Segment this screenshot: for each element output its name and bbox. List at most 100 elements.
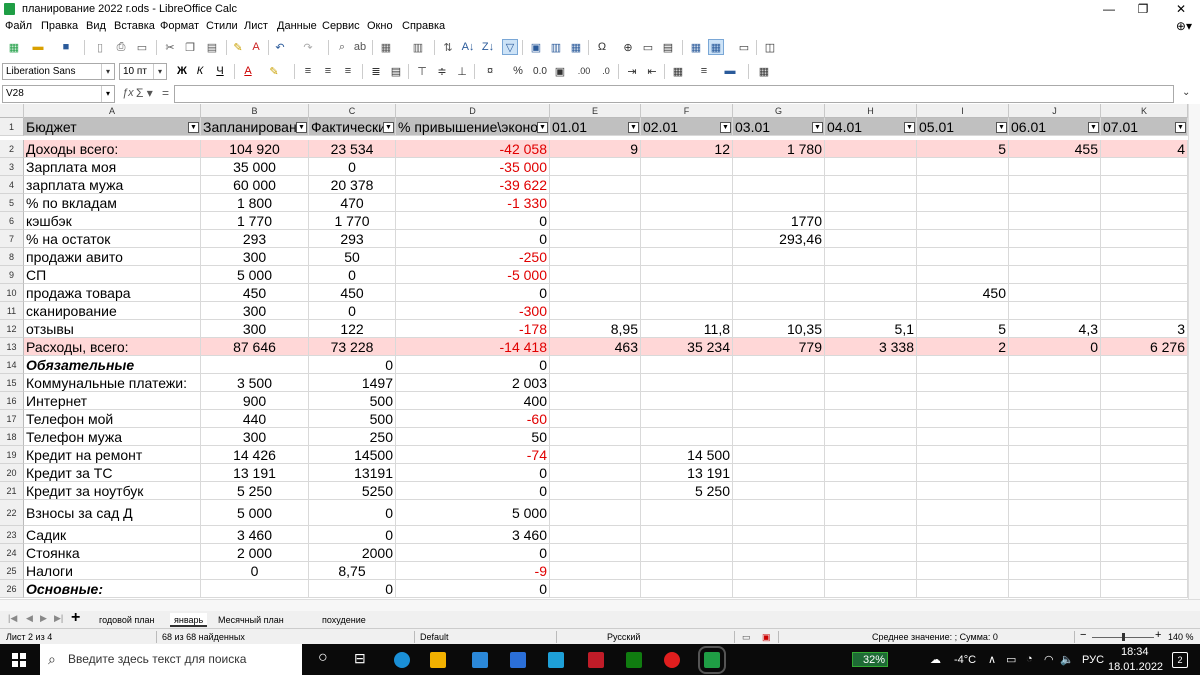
cell-k13[interactable]: 6 276 (1101, 338, 1188, 356)
print-icon[interactable]: ⎙ (113, 39, 129, 55)
cut-icon[interactable]: ✂ (162, 39, 178, 55)
cell-f21[interactable]: 5 250 (641, 482, 733, 500)
show-hidden-icons-icon[interactable]: ∧ (988, 653, 996, 666)
cell-a20[interactable]: Кредит за ТС (24, 464, 201, 482)
cell-k8[interactable] (1101, 248, 1188, 266)
app-l-icon[interactable] (548, 652, 564, 668)
cell-c9[interactable]: 0 (309, 266, 396, 284)
cell-d1[interactable]: % привышение\эконо (396, 118, 550, 136)
cell-e10[interactable] (550, 284, 641, 302)
cell-h16[interactable] (825, 392, 917, 410)
row-header[interactable]: 5 (0, 194, 24, 212)
row-header[interactable]: 9 (0, 266, 24, 284)
cell-f25[interactable] (641, 562, 733, 580)
cell-c2[interactable]: 23 534 (309, 140, 396, 158)
cell-f7[interactable] (641, 230, 733, 248)
cell-j21[interactable] (1009, 482, 1101, 500)
cell-k22[interactable] (1101, 500, 1188, 526)
cell-h21[interactable] (825, 482, 917, 500)
formula-icon[interactable]: = (162, 86, 169, 100)
cell-f24[interactable] (641, 544, 733, 562)
row-header[interactable]: 3 (0, 158, 24, 176)
filter-dropdown-icon[interactable]: ▼ (188, 122, 199, 133)
cell-h8[interactable] (825, 248, 917, 266)
cell-f9[interactable] (641, 266, 733, 284)
document-modified-icon[interactable]: ▣ (762, 632, 771, 643)
select-all-corner[interactable] (0, 104, 24, 118)
cell-g6[interactable]: 1770 (733, 212, 825, 230)
sum-icon[interactable]: Σ ▾ (136, 86, 153, 100)
cell-b19[interactable]: 14 426 (201, 446, 309, 464)
cell-b18[interactable]: 300 (201, 428, 309, 446)
cell-h22[interactable] (825, 500, 917, 526)
cell-b23[interactable]: 3 460 (201, 526, 309, 544)
column-header-a[interactable]: A (24, 104, 201, 118)
menu-format[interactable]: Формат (160, 20, 199, 32)
cell-g25[interactable] (733, 562, 825, 580)
selection-summary[interactable]: Среднее значение: ; Сумма: 0 (872, 632, 998, 642)
task-view-icon[interactable]: ⊟ (354, 650, 366, 667)
cell-d15[interactable]: 2 003 (396, 374, 550, 392)
cell-j23[interactable] (1009, 526, 1101, 544)
cell-a10[interactable]: продажа товара (24, 284, 201, 302)
row-header[interactable]: 15 (0, 374, 24, 392)
cell-a8[interactable]: продажи авито (24, 248, 201, 266)
cell-f6[interactable] (641, 212, 733, 230)
cell-b15[interactable]: 3 500 (201, 374, 309, 392)
cell-a14[interactable]: Обязательные (24, 356, 201, 374)
cell-a11[interactable]: сканирование (24, 302, 201, 320)
close-button[interactable]: ✕ (1164, 0, 1198, 18)
cell-e9[interactable] (550, 266, 641, 284)
cell-k11[interactable] (1101, 302, 1188, 320)
row-header[interactable]: 20 (0, 464, 24, 482)
cell-g22[interactable] (733, 500, 825, 526)
mail-icon[interactable] (472, 652, 488, 668)
cell-g2[interactable]: 1 780 (733, 140, 825, 158)
expand-formula-icon[interactable]: ⌄ (1182, 87, 1190, 98)
cell-k10[interactable] (1101, 284, 1188, 302)
cell-e15[interactable] (550, 374, 641, 392)
clock-date[interactable]: 18.01.2022 (1108, 661, 1163, 673)
cell-a12[interactable]: отзывы (24, 320, 201, 338)
cell-d23[interactable]: 3 460 (396, 526, 550, 544)
cell-i5[interactable] (917, 194, 1009, 212)
special-character-icon[interactable]: Ω (594, 39, 610, 55)
cell-f13[interactable]: 35 234 (641, 338, 733, 356)
cell-d9[interactable]: -5 000 (396, 266, 550, 284)
cell-i24[interactable] (917, 544, 1009, 562)
cell-b13[interactable]: 87 646 (201, 338, 309, 356)
spelling-icon[interactable]: ab (352, 39, 368, 55)
column-icon[interactable]: ▥ (410, 39, 426, 55)
maximize-button[interactable]: ❐ (1126, 0, 1160, 18)
cell-d6[interactable]: 0 (396, 212, 550, 230)
cell-g14[interactable] (733, 356, 825, 374)
cell-c10[interactable]: 450 (309, 284, 396, 302)
cell-a25[interactable]: Налоги (24, 562, 201, 580)
cell-h3[interactable] (825, 158, 917, 176)
cell-k19[interactable] (1101, 446, 1188, 464)
row-header[interactable]: 16 (0, 392, 24, 410)
input-language[interactable]: РУС (1082, 654, 1104, 666)
cell-a13[interactable]: Расходы, всего: (24, 338, 201, 356)
split-window-icon[interactable]: ▭ (736, 39, 752, 55)
libreoffice-calc-taskbar-icon[interactable] (698, 646, 726, 674)
zoom-out-button[interactable]: − (1080, 629, 1086, 641)
cell-i6[interactable] (917, 212, 1009, 230)
cell-f11[interactable] (641, 302, 733, 320)
column-header-c[interactable]: C (309, 104, 396, 118)
cell-i14[interactable] (917, 356, 1009, 374)
cell-f22[interactable] (641, 500, 733, 526)
cell-b11[interactable]: 300 (201, 302, 309, 320)
prev-sheet-icon[interactable]: ◀ (26, 613, 33, 624)
cell-k3[interactable] (1101, 158, 1188, 176)
cell-c12[interactable]: 122 (309, 320, 396, 338)
cell-c16[interactable]: 500 (309, 392, 396, 410)
cell-d25[interactable]: -9 (396, 562, 550, 580)
cell-e4[interactable] (550, 176, 641, 194)
cell-e21[interactable] (550, 482, 641, 500)
font-name-box[interactable]: Liberation Sans ▾ (2, 63, 115, 80)
print-preview-icon[interactable]: ▭ (134, 39, 150, 55)
define-print-area-icon[interactable]: ▦ (688, 39, 704, 55)
column-header-j[interactable]: J (1009, 104, 1101, 118)
cell-a22[interactable]: Взносы за сад Д (24, 500, 201, 526)
